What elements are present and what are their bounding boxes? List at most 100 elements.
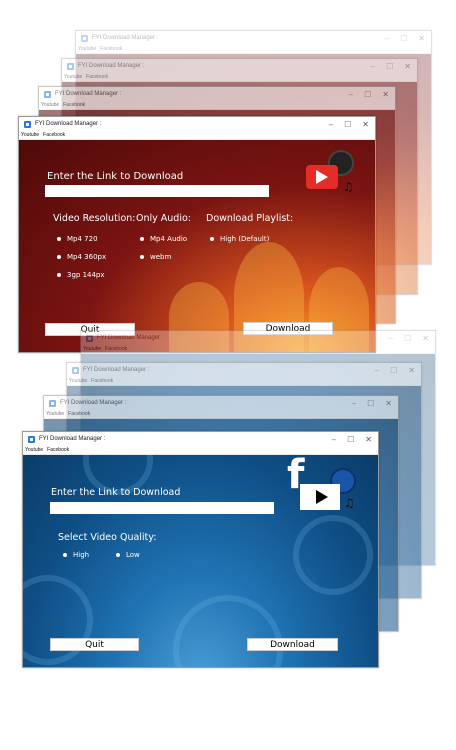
menu-youtube[interactable]: Youtube <box>81 346 103 352</box>
facebook-window: FYI Download Manager : – ☐ ✕ Youtube Faceb… <box>22 431 379 668</box>
maximize-icon[interactable]: ☐ <box>367 399 374 408</box>
minimize-icon[interactable]: – <box>371 62 375 71</box>
radio-3gp-144px[interactable]: 3gp 144px <box>57 271 105 279</box>
download-button[interactable]: Download <box>247 638 338 651</box>
window-title: FYI Download Manager : <box>78 63 145 69</box>
link-input[interactable] <box>45 185 269 197</box>
menu-youtube[interactable]: Youtube <box>44 411 66 417</box>
play-icon <box>316 170 328 184</box>
menu-bar: Youtube Facebook <box>39 101 395 110</box>
menu-youtube[interactable]: Youtube <box>39 102 61 108</box>
menu-youtube[interactable]: Youtube <box>67 378 89 384</box>
radio-dot <box>57 273 61 277</box>
menu-facebook[interactable]: Facebook <box>66 411 92 417</box>
radio-dot <box>116 553 120 557</box>
menu-bar: Youtube Facebook <box>62 73 417 82</box>
maximize-icon[interactable]: ☐ <box>404 334 411 343</box>
swirl-decoration <box>293 515 373 595</box>
swirl-decoration <box>23 575 93 665</box>
radio-label: Low <box>126 551 140 559</box>
quit-button[interactable]: Quit <box>50 638 139 651</box>
menu-facebook[interactable]: Facebook <box>41 132 67 138</box>
title-bar: FYI Download Manager : – ☐ ✕ <box>62 59 417 73</box>
title-bar: FYI Download Manager : – ☐ ✕ <box>81 331 435 345</box>
minimize-icon[interactable]: – <box>375 366 379 375</box>
window-title: FYI Download Manager : <box>83 367 150 373</box>
menu-youtube[interactable]: Youtube <box>23 447 45 453</box>
radio-label: Mp4 360px <box>67 253 107 261</box>
close-icon[interactable]: ✕ <box>382 90 389 99</box>
play-icon <box>316 490 328 504</box>
menu-bar: Youtube Facebook <box>44 410 398 419</box>
close-icon[interactable]: ✕ <box>404 62 411 71</box>
close-icon[interactable]: ✕ <box>365 435 372 444</box>
youtube-window: FYI Download Manager : – ☐ ✕ Youtube Faceb… <box>18 116 376 353</box>
app-icon <box>67 62 74 70</box>
close-icon[interactable]: ✕ <box>418 34 425 43</box>
close-icon[interactable]: ✕ <box>385 399 392 408</box>
radio-mp4-720[interactable]: Mp4 720 <box>57 235 98 243</box>
title-bar: FYI Download Manager : – ☐ ✕ <box>67 363 421 377</box>
radio-high[interactable]: High <box>63 551 89 559</box>
link-prompt: Enter the Link to Download <box>47 171 184 182</box>
menu-youtube[interactable]: Youtube <box>76 46 98 52</box>
minimize-icon[interactable]: – <box>385 34 389 43</box>
music-notes-icon: ♫ <box>344 496 355 510</box>
maximize-icon[interactable]: ☐ <box>364 90 371 99</box>
maximize-icon[interactable]: ☐ <box>386 62 393 71</box>
minimize-icon[interactable]: – <box>352 399 356 408</box>
maximize-icon[interactable]: ☐ <box>347 435 354 444</box>
title-bar: FYI Download Manager : – ☐ ✕ <box>39 87 395 101</box>
app-icon <box>24 120 31 128</box>
minimize-icon[interactable]: – <box>349 90 353 99</box>
menu-facebook[interactable]: Facebook <box>84 74 110 80</box>
menu-facebook[interactable]: Facebook <box>45 447 71 453</box>
radio-webm[interactable]: webm <box>140 253 171 261</box>
window-content: f ♫ Enter the Link to Download Select Vi… <box>23 455 378 667</box>
menu-facebook[interactable]: Facebook <box>61 102 87 108</box>
app-icon <box>81 34 88 42</box>
link-input[interactable] <box>50 502 274 514</box>
close-icon[interactable]: ✕ <box>408 366 415 375</box>
radio-mp4-360px[interactable]: Mp4 360px <box>57 253 106 261</box>
window-title: FYI Download Manager : <box>92 35 159 41</box>
radio-label: High (Default) <box>220 235 270 243</box>
radio-dot <box>140 255 144 259</box>
menu-facebook[interactable]: Facebook <box>89 378 115 384</box>
only-audio-heading: Only Audio: <box>136 213 191 224</box>
title-bar: FYI Download Manager : – ☐ ✕ <box>44 396 398 410</box>
minimize-icon[interactable]: – <box>329 120 333 129</box>
swirl-decoration <box>173 595 283 667</box>
menu-bar: Youtube Facebook <box>81 345 435 354</box>
minimize-icon[interactable]: – <box>332 435 336 444</box>
radio-label: webm <box>150 253 172 261</box>
video-resolution-heading: Video Resolution: <box>53 213 136 224</box>
close-icon[interactable]: ✕ <box>362 120 369 129</box>
radio-label: Mp4 720 <box>67 235 98 243</box>
radio-label: Mp4 Audio <box>150 235 188 243</box>
maximize-icon[interactable]: ☐ <box>400 34 407 43</box>
radio-low[interactable]: Low <box>116 551 140 559</box>
app-icon <box>44 90 51 98</box>
maximize-icon[interactable]: ☐ <box>344 120 351 129</box>
radio-dot <box>210 237 214 241</box>
title-bar: FYI Download Manager : – ☐ ✕ <box>19 117 375 131</box>
radio-mp4-audio[interactable]: Mp4 Audio <box>140 235 187 243</box>
menu-youtube[interactable]: Youtube <box>62 74 84 80</box>
radio-high-default[interactable]: High (Default) <box>210 235 269 243</box>
music-notes-icon: ♫ <box>343 180 354 194</box>
menu-facebook[interactable]: Facebook <box>98 46 124 52</box>
maximize-icon[interactable]: ☐ <box>390 366 397 375</box>
menu-youtube[interactable]: Youtube <box>19 132 41 138</box>
menu-bar: Youtube Facebook <box>23 446 378 455</box>
menu-facebook[interactable]: Facebook <box>103 346 129 352</box>
window-title: FYI Download Manager : <box>60 400 127 406</box>
window-title: FYI Download Manager : <box>35 121 102 127</box>
video-quality-heading: Select Video Quality: <box>58 532 157 543</box>
minimize-icon[interactable]: – <box>389 334 393 343</box>
app-icon <box>86 334 93 342</box>
close-icon[interactable]: ✕ <box>422 334 429 343</box>
link-prompt: Enter the Link to Download <box>51 487 181 498</box>
radio-dot <box>140 237 144 241</box>
radio-label: High <box>73 551 90 559</box>
